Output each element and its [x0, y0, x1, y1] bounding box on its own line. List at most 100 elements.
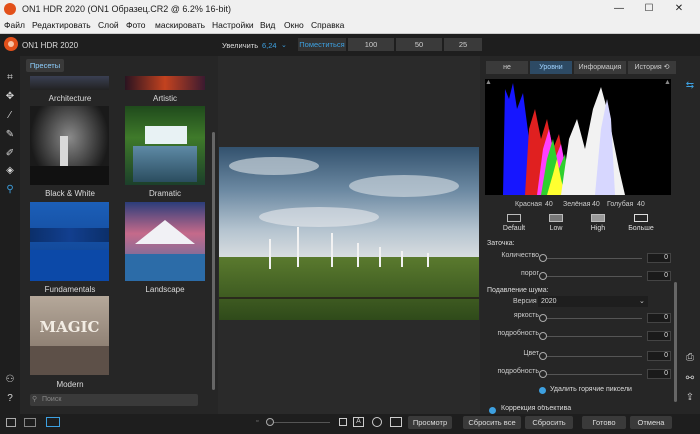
done-button[interactable]: Готово: [582, 416, 626, 429]
shadow-clip-icon[interactable]: ▲: [485, 79, 492, 86]
zoom-value[interactable]: 6,24: [262, 41, 277, 50]
zoom-slider[interactable]: [270, 422, 330, 423]
sharpen-amount-slider[interactable]: [542, 258, 642, 259]
noise-color-detail-value[interactable]: 0: [647, 369, 671, 379]
preset-label-landscape: Landscape: [145, 285, 185, 294]
hdr-preset-high[interactable]: High: [578, 214, 618, 232]
sharpen-amount-knob[interactable]: [539, 254, 547, 262]
tab-none[interactable]: не: [486, 61, 528, 74]
menu-help[interactable]: Справка: [311, 20, 344, 30]
menu-view[interactable]: Вид: [260, 20, 275, 30]
hot-pixels-checkbox[interactable]: [539, 387, 546, 394]
photo-preview[interactable]: [219, 147, 479, 320]
help-icon[interactable]: ?: [4, 393, 16, 405]
preset-thumb-fundamentals[interactable]: [30, 202, 109, 281]
zoom-25-button[interactable]: 25: [444, 38, 482, 51]
preset-thumb-architecture[interactable]: [30, 76, 109, 90]
red-value: 40: [545, 201, 553, 208]
menu-photo[interactable]: Фото: [126, 20, 146, 30]
on1-logo-icon: [4, 37, 18, 51]
noise-version-select[interactable]: 2020: [538, 296, 648, 307]
noise-lum-detail-slider[interactable]: [542, 336, 642, 337]
cancel-button[interactable]: Отмена: [630, 416, 672, 429]
lens-toggle[interactable]: [489, 407, 496, 414]
zoom-100-button[interactable]: 100: [348, 38, 394, 51]
reset-button[interactable]: Сбросить: [525, 416, 573, 429]
print-icon[interactable]: ⎙: [684, 352, 696, 364]
sharpen-threshold-value[interactable]: 0: [647, 271, 671, 281]
app-icon: [4, 3, 16, 15]
zoom-50-button[interactable]: 50: [396, 38, 442, 51]
maximize-button[interactable]: ☐: [634, 0, 664, 18]
retouch-icon[interactable]: ✐: [4, 148, 16, 160]
hdr-preset-low[interactable]: Low: [536, 214, 576, 232]
user-icon[interactable]: ⚇: [4, 374, 16, 386]
before-after-icon[interactable]: [390, 417, 402, 427]
noise-lum-label: яркость: [513, 312, 539, 319]
brush-icon[interactable]: ⁄: [4, 110, 16, 122]
noise-lum-detail-value[interactable]: 0: [647, 331, 671, 341]
hdr-preset-more[interactable]: Больше: [621, 214, 661, 232]
panel-scrollbar[interactable]: [674, 282, 677, 402]
preview-button[interactable]: Просмотр: [408, 416, 452, 429]
tab-history[interactable]: История ⟲: [628, 61, 676, 74]
highlight-clip-icon[interactable]: ▲: [664, 79, 671, 86]
noise-color-value[interactable]: 0: [647, 351, 671, 361]
zoom-tool-icon[interactable]: ⚲: [4, 184, 16, 196]
noise-lum-knob[interactable]: [539, 314, 547, 322]
single-view-icon[interactable]: [46, 417, 60, 427]
menu-mask[interactable]: маскировать: [155, 20, 205, 30]
panel-toggle-icon[interactable]: [6, 418, 16, 427]
menu-edit[interactable]: Редактировать: [32, 20, 91, 30]
close-button[interactable]: ✕: [664, 0, 694, 18]
zoom-out-icon[interactable]: ▫: [256, 418, 258, 425]
zoom-fit-button[interactable]: Поместиться: [298, 38, 346, 51]
menu-file[interactable]: Файл: [4, 20, 25, 30]
menu-layer[interactable]: Слой: [98, 20, 119, 30]
move-icon[interactable]: ✥: [4, 91, 16, 103]
sharpen-amount-value[interactable]: 0: [647, 253, 671, 263]
presets-scrollbar[interactable]: [212, 132, 215, 390]
noise-color-detail-knob[interactable]: [539, 370, 547, 378]
square-icon[interactable]: [339, 418, 347, 426]
menu-window[interactable]: Окно: [284, 20, 304, 30]
zoom-slider-knob[interactable]: [266, 418, 274, 426]
preset-thumb-artistic[interactable]: [125, 76, 205, 90]
noise-color-label: Цвет: [523, 350, 539, 357]
preset-label-fundamentals: Fundamentals: [44, 285, 96, 294]
tab-presets[interactable]: Пресеты: [26, 59, 64, 72]
menu-settings[interactable]: Настройки: [212, 20, 254, 30]
preset-thumb-landscape[interactable]: [125, 202, 205, 281]
noise-color-knob[interactable]: [539, 352, 547, 360]
preset-thumb-modern[interactable]: MAGIC: [30, 296, 109, 375]
text-overlay-icon[interactable]: A: [353, 417, 364, 427]
hdr-preset-default[interactable]: Default: [494, 214, 534, 232]
chevron-down-icon[interactable]: ⌄: [639, 297, 645, 305]
masking-brush-icon[interactable]: ✎: [4, 129, 16, 141]
export-icon[interactable]: ⇪: [684, 392, 696, 404]
preset-search-input[interactable]: Поиск: [30, 394, 198, 406]
preset-thumb-dramatic[interactable]: [125, 106, 205, 185]
sharpen-threshold-slider[interactable]: [542, 276, 642, 277]
minimize-button[interactable]: —: [604, 0, 634, 18]
tab-info[interactable]: Информация: [574, 61, 626, 74]
reset-all-button[interactable]: Сбросить все: [463, 416, 521, 429]
preset-thumb-black-white[interactable]: [30, 106, 109, 185]
sharpen-threshold-knob[interactable]: [539, 272, 547, 280]
lens-section-header[interactable]: Коррекция объектива: [487, 405, 672, 414]
crop-icon[interactable]: ⌗: [4, 72, 16, 84]
noise-lum-slider[interactable]: [542, 318, 642, 319]
filmstrip-icon[interactable]: [24, 418, 36, 427]
noise-lum-detail-knob[interactable]: [539, 332, 547, 340]
circle-icon[interactable]: [372, 417, 382, 427]
compare-icon[interactable]: ⇆: [684, 80, 696, 92]
histogram-graph: [503, 83, 625, 195]
noise-color-slider[interactable]: [542, 356, 642, 357]
noise-lum-detail-label: подробность: [497, 330, 539, 337]
share-icon[interactable]: ⚯: [684, 373, 696, 385]
noise-lum-value[interactable]: 0: [647, 313, 671, 323]
tab-levels[interactable]: Уровни: [530, 61, 572, 74]
noise-color-detail-slider[interactable]: [542, 374, 642, 375]
eraser-icon[interactable]: ◈: [4, 165, 16, 177]
zoom-dropdown-icon[interactable]: ⌄: [281, 41, 287, 49]
